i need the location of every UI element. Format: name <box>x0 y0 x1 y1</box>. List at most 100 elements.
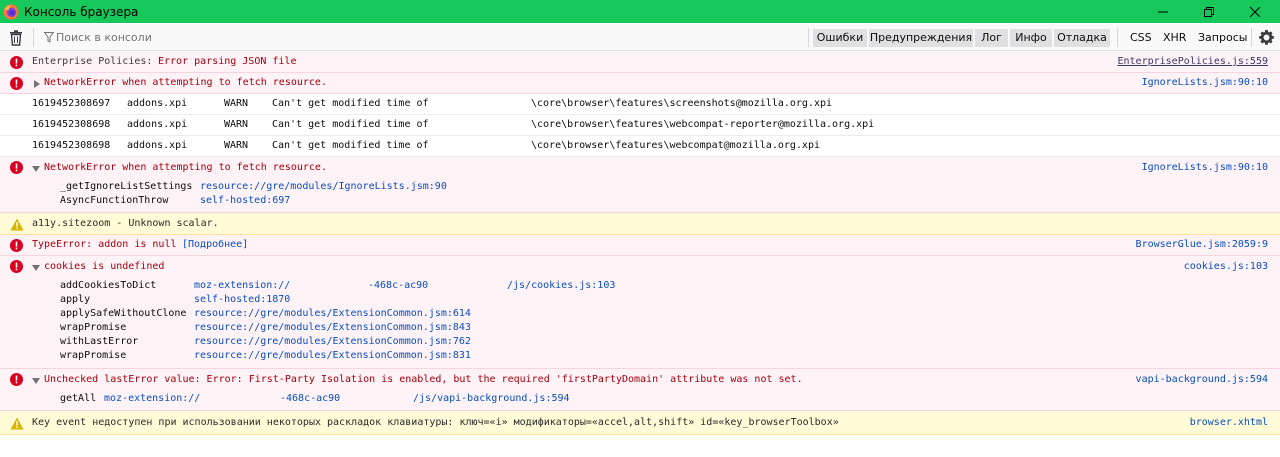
close-button[interactable] <box>1232 0 1278 23</box>
stack-frame-location[interactable]: resource://gre/modules/ExtensionCommon.j… <box>194 322 471 333</box>
stack-frame-function: AsyncFunctionThrow <box>60 195 169 206</box>
filter-xhr-button[interactable]: XHR <box>1163 29 1186 47</box>
title-bar: Консоль браузера <box>0 0 1280 23</box>
log-module: addons.xpi <box>127 119 188 130</box>
learn-more-link[interactable]: [Подробнее] <box>182 239 248 250</box>
log-level: WARN <box>224 140 249 151</box>
stack-frame-location[interactable]: self-hosted:1870 <box>194 294 290 305</box>
filter-icon <box>44 32 54 43</box>
error-icon <box>10 77 23 90</box>
toolbar-separator <box>808 28 809 47</box>
stack-frame-location[interactable]: -468c-ac90 <box>280 393 340 404</box>
stack-frame-function: _getIgnoreListSettings <box>60 181 193 192</box>
filter-log-button[interactable]: Лог <box>975 29 1008 47</box>
stack-frame-function: apply <box>60 294 91 305</box>
error-icon <box>10 56 23 69</box>
log-text: Can't get modified time of <box>272 119 429 130</box>
stack-frame-location[interactable]: moz-extension:// <box>194 280 290 291</box>
message-text: TypeError: addon is null <box>32 239 183 250</box>
log-text: Can't get modified time of <box>272 98 429 109</box>
search-input[interactable] <box>56 29 316 46</box>
filter-warnings-button[interactable]: Предупреждения <box>869 29 973 47</box>
collapse-twisty-icon[interactable] <box>32 166 40 172</box>
warning-icon <box>10 218 24 231</box>
filter-info-button[interactable]: Инфо <box>1010 29 1052 47</box>
message-text: NetworkError when attempting to fetch re… <box>44 162 327 173</box>
warning-message: a11y.sitezoom - Unknown scalar. <box>0 213 1280 235</box>
source-link[interactable]: cookies.js:103 <box>1184 261 1268 272</box>
message-prefix: Enterprise Policies: <box>32 56 159 67</box>
log-timestamp: 1619452308698 <box>32 119 111 130</box>
collapse-twisty-icon[interactable] <box>32 378 40 384</box>
filter-requests-button[interactable]: Запросы <box>1198 29 1247 47</box>
message-text: NetworkError when attempting to fetch re… <box>44 77 327 88</box>
source-link[interactable]: IgnoreLists.jsm:90:10 <box>1142 77 1268 88</box>
source-link[interactable]: EnterprisePolicies.js:559 <box>1117 56 1268 67</box>
console-toolbar: Ошибки Предупреждения Лог Инфо Отладка C… <box>0 24 1280 51</box>
stack-frame-function: withLastError <box>60 336 139 347</box>
log-text: Can't get modified time of <box>272 140 429 151</box>
warning-icon <box>10 417 24 430</box>
stack-frame-location[interactable]: /js/vapi-background.js:594 <box>413 393 570 404</box>
log-timestamp: 1619452308698 <box>32 140 111 151</box>
log-timestamp: 1619452308697 <box>32 98 111 109</box>
error-message: Enterprise Policies: Error parsing JSON … <box>0 52 1280 73</box>
stack-frame-location[interactable]: resource://gre/modules/ExtensionCommon.j… <box>194 350 471 361</box>
message-text: Unchecked lastError value: Error: First-… <box>44 374 803 385</box>
source-link[interactable]: vapi-background.js:594 <box>1136 374 1268 385</box>
stack-frame-location[interactable]: self-hosted:697 <box>200 195 290 206</box>
log-path: \core\browser\features\screenshots@mozil… <box>531 98 833 109</box>
close-icon <box>1250 6 1260 17</box>
log-module: addons.xpi <box>127 140 188 151</box>
stack-frame-location[interactable]: -468c-ac90 <box>368 280 428 291</box>
message-text: Key event недоступен при использовании н… <box>32 417 839 428</box>
source-link[interactable]: browser.xhtml <box>1190 417 1268 428</box>
stack-frame-location[interactable]: resource://gre/modules/ExtensionCommon.j… <box>194 336 471 347</box>
error-icon <box>10 239 23 252</box>
restore-button[interactable] <box>1186 0 1232 23</box>
stack-frame-location[interactable]: /js/cookies.js:103 <box>507 280 615 291</box>
stack-frame-function: applySafeWithoutClone <box>60 308 187 319</box>
warning-message: Key event недоступен при использовании н… <box>0 411 1280 435</box>
error-icon <box>10 161 23 174</box>
message-text: Error parsing JSON file <box>158 56 297 67</box>
gear-icon[interactable] <box>1258 29 1275 46</box>
expand-twisty-icon[interactable] <box>34 80 40 88</box>
toolbar-separator <box>1251 28 1252 47</box>
log-message: 1619452308698 addons.xpi WARN Can't get … <box>0 115 1280 136</box>
minimize-button[interactable] <box>1140 0 1186 23</box>
filter-debug-button[interactable]: Отладка <box>1054 29 1110 47</box>
stack-frame-function: wrapPromise <box>60 350 127 361</box>
message-text: a11y.sitezoom - Unknown scalar. <box>32 218 219 229</box>
error-icon <box>10 373 23 386</box>
stack-frame-location[interactable]: moz-extension:// <box>104 393 200 404</box>
firefox-icon <box>3 4 19 19</box>
error-message: NetworkError when attempting to fetch re… <box>0 73 1280 94</box>
error-message: Unchecked lastError value: Error: First-… <box>0 369 1280 411</box>
source-link[interactable]: IgnoreLists.jsm:90:10 <box>1142 162 1268 173</box>
log-path: \core\browser\features\webcompat-reporte… <box>531 119 875 130</box>
minimize-icon <box>1158 11 1168 12</box>
window-title: Консоль браузера <box>24 4 139 19</box>
restore-icon <box>1204 6 1214 17</box>
filter-errors-button[interactable]: Ошибки <box>813 29 867 47</box>
message-text: cookies is undefined <box>44 261 165 272</box>
source-link[interactable]: BrowserGlue.jsm:2059:9 <box>1136 239 1268 250</box>
stack-frame-function: wrapPromise <box>60 322 127 333</box>
error-icon <box>10 260 23 273</box>
log-message: 1619452308698 addons.xpi WARN Can't get … <box>0 136 1280 157</box>
stack-frame-function: getAll <box>60 393 97 404</box>
stack-frame-function: addCookiesToDict <box>60 280 157 291</box>
error-message: cookies is undefined cookies.js:103 addC… <box>0 256 1280 369</box>
log-path: \core\browser\features\webcompat@mozilla… <box>531 140 820 151</box>
filter-css-button[interactable]: CSS <box>1130 29 1152 47</box>
toolbar-separator <box>33 28 34 47</box>
log-level: WARN <box>224 98 249 109</box>
stack-frame-location[interactable]: resource://gre/modules/ExtensionCommon.j… <box>194 308 471 319</box>
stack-frame-location[interactable]: resource://gre/modules/IgnoreLists.jsm:9… <box>200 181 447 192</box>
log-module: addons.xpi <box>127 98 188 109</box>
collapse-twisty-icon[interactable] <box>32 265 40 271</box>
trash-icon[interactable] <box>9 30 23 46</box>
error-message: TypeError: addon is null [Подробнее] Bro… <box>0 235 1280 256</box>
log-message: 1619452308697 addons.xpi WARN Can't get … <box>0 94 1280 115</box>
